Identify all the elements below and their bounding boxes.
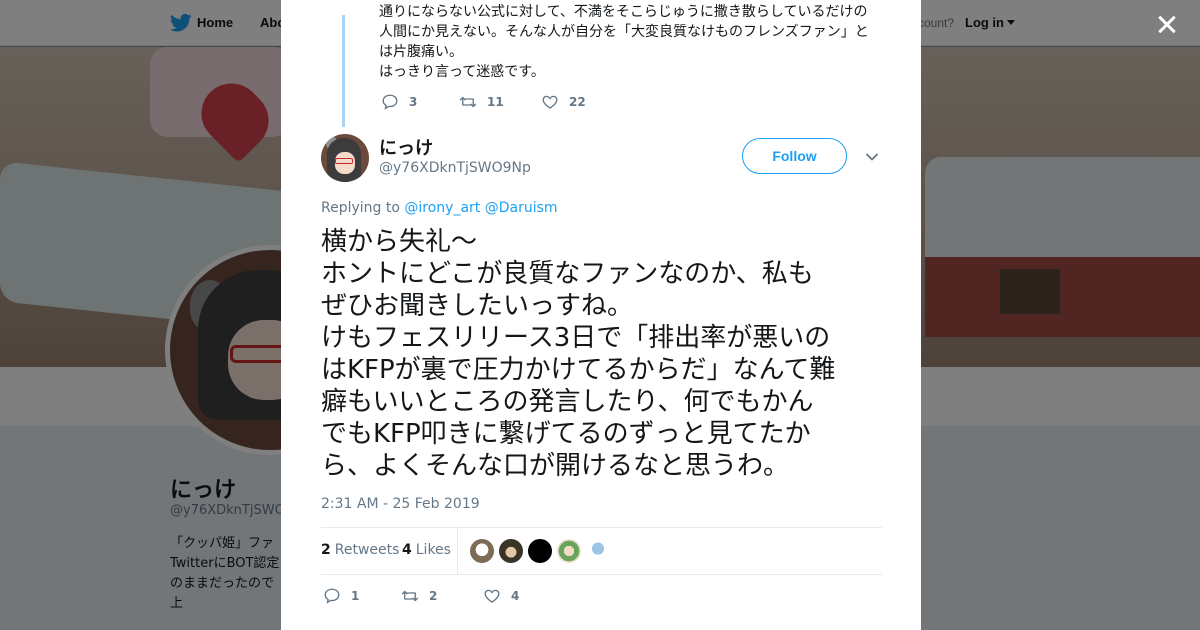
retweets-stat-count: 2 (321, 542, 331, 558)
parent-retweet-count: 11 (487, 95, 504, 109)
liker-avatar[interactable] (557, 539, 581, 563)
tweet-text-line: ぜひお聞きしたいっすね。 (321, 291, 634, 321)
parent-tweet-line: 人間にか見えない。そんな人が自分を「大変良質なけものフレンズファン」と (379, 24, 869, 40)
tweet-timestamp[interactable]: 2:31 AM - 25 Feb 2019 (321, 496, 480, 512)
parent-retweet-button[interactable]: 11 (459, 92, 504, 112)
liker-avatar[interactable] (499, 539, 523, 563)
retweets-stat[interactable]: 2 Retweets (321, 542, 399, 558)
parent-tweet-line: は片腹痛い。 (379, 44, 463, 60)
tweet-text-line: ホントにどこが良質なファンなのか、私も (321, 259, 814, 289)
retweets-stat-label: Retweets (334, 542, 400, 558)
tweet-stats: 2 Retweets 4 Likes (321, 527, 882, 575)
close-icon[interactable] (1152, 10, 1182, 40)
parent-like-button[interactable]: 22 (541, 92, 586, 112)
tweet-text-line: ら、よくそんな口が開けるなと思うわ。 (321, 451, 790, 481)
tweet-author-avatar[interactable] (321, 134, 369, 182)
like-button[interactable]: 4 (483, 586, 519, 606)
reply-count: 1 (351, 589, 360, 603)
tweet-text: 横から失礼〜 ホントにどこが良質なファンなのか、私も ぜひお聞きしたいっすね。 … (321, 226, 881, 482)
parent-tweet-line: はっきり言って迷惑です。 (379, 64, 545, 80)
parent-tweet-text: 通りにならない公式に対して、不満をそこらじゅうに撒き散らしているだけの 人間にか… (379, 2, 879, 82)
parent-tweet-line: 通りにならない公式に対して、不満をそこらじゅうに撒き散らしているだけの (379, 4, 868, 20)
tweet-text-line: でもKFP叩きに繋げてるのずっと見てたか (321, 419, 811, 449)
like-icon (484, 589, 500, 603)
liker-avatar[interactable] (470, 539, 494, 563)
retweet-action-count: 2 (429, 589, 438, 603)
like-action-count: 4 (511, 589, 520, 603)
tweet-text-line: けもフェスリリース3日で「排出率が悪いの (321, 323, 831, 353)
tweet-permalink-modal: IronyArt 通りにならない公式に対して、不満をそこらじゅうに撒き散らしてい… (281, 0, 921, 630)
parent-reply-button[interactable]: 3 (381, 92, 417, 112)
like-icon (542, 95, 558, 109)
tweet-text-line: 癖もいいところの発言したり、何でもかん (321, 387, 814, 417)
replying-to-mention-irony-art[interactable]: @irony_art (404, 200, 480, 216)
thread-connector-line (342, 15, 345, 127)
replying-to-line: Replying to @irony_art @Daruism (321, 200, 558, 216)
likes-stat[interactable]: 4 Likes (402, 542, 451, 558)
tweet-text-line: はKFPが裏で圧力かけてるからだ」なんて難 (321, 355, 836, 385)
retweet-button[interactable]: 2 (401, 586, 437, 606)
parent-like-count: 22 (569, 95, 586, 109)
likes-stat-label: Likes (415, 542, 451, 558)
tweet-text-line: 横から失礼〜 (321, 227, 478, 257)
liker-avatar[interactable] (586, 539, 610, 563)
replying-to-label: Replying to (321, 200, 400, 216)
parent-reply-count: 3 (409, 95, 418, 109)
reply-icon (324, 588, 340, 604)
avatar-glasses-shape (335, 158, 353, 164)
reply-icon (382, 94, 398, 110)
retweet-icon (459, 96, 477, 108)
chevron-down-icon[interactable] (865, 150, 879, 164)
liker-avatar[interactable] (528, 539, 552, 563)
tweet-author-handle[interactable]: @y76XDknTjSWO9Np (379, 160, 531, 176)
follow-button[interactable]: Follow (742, 138, 847, 174)
likes-stat-count: 4 (402, 542, 412, 558)
parent-tweet-avatar[interactable]: IronyArt (321, 0, 369, 10)
stats-divider (457, 528, 458, 574)
retweet-icon (401, 590, 419, 602)
tweet-author-name[interactable]: にっけ (379, 134, 433, 160)
reply-button[interactable]: 1 (323, 586, 359, 606)
replying-to-mention-daruism[interactable]: @Daruism (485, 200, 558, 216)
